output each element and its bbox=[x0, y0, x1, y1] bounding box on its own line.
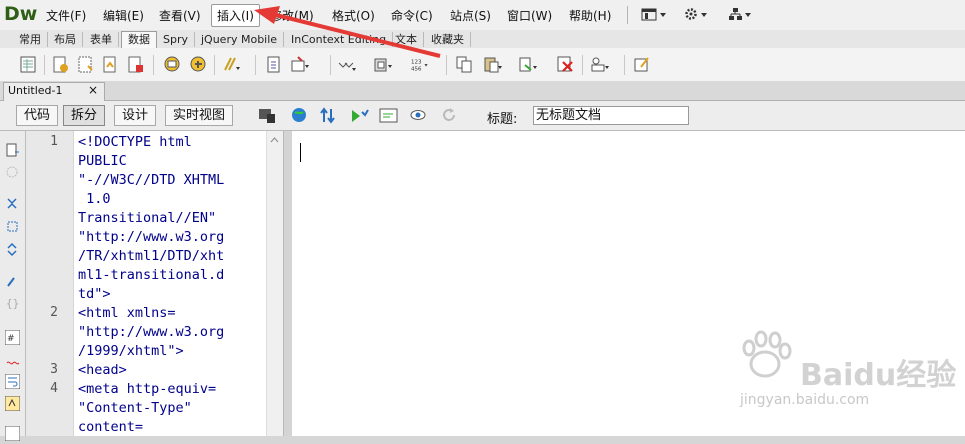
collapse-full-tag-icon[interactable] bbox=[5, 196, 20, 211]
menu-separator bbox=[627, 6, 628, 24]
toolbar-separator bbox=[44, 55, 45, 75]
tab-data[interactable]: 数据 bbox=[121, 31, 157, 49]
file-management-icon[interactable] bbox=[320, 106, 339, 125]
open-documents-icon[interactable] bbox=[5, 143, 20, 158]
page-title-input[interactable]: 无标题文档 bbox=[533, 106, 689, 125]
code-line[interactable]: <meta http-equiv= bbox=[78, 380, 216, 399]
document-tab-label: Untitled-1 bbox=[8, 84, 63, 97]
svg-text:{}: {} bbox=[6, 297, 19, 310]
visual-aids-icon[interactable] bbox=[409, 106, 428, 125]
highlight-invalid-code-icon[interactable] bbox=[5, 352, 20, 367]
code-scrollbar[interactable] bbox=[266, 131, 283, 436]
tab-common[interactable]: 常用 bbox=[13, 32, 48, 47]
recordset-icon[interactable] bbox=[51, 55, 70, 74]
import-tabular-data-icon[interactable] bbox=[19, 55, 38, 74]
w3c-validation-icon[interactable] bbox=[350, 106, 369, 125]
recordset-paging-icon[interactable] bbox=[163, 55, 182, 74]
dynamic-data-icon[interactable] bbox=[101, 55, 120, 74]
svg-text:#: # bbox=[7, 334, 15, 344]
svg-text:456: 456 bbox=[411, 66, 422, 72]
delete-icon[interactable] bbox=[556, 55, 575, 74]
users-icon[interactable] bbox=[590, 55, 609, 74]
toolbar-separator bbox=[582, 55, 583, 75]
code-line[interactable]: <head> bbox=[78, 361, 127, 380]
menu-window[interactable]: 窗口(W) bbox=[507, 7, 552, 24]
code-line[interactable]: "http://www.w3.org bbox=[78, 323, 224, 342]
text-caret bbox=[300, 143, 301, 162]
code-line[interactable]: content= bbox=[78, 418, 143, 437]
close-tab-button[interactable]: × bbox=[88, 83, 98, 97]
watermark-brand: Baidu经验 bbox=[800, 358, 957, 393]
menu-file[interactable]: 文件(F) bbox=[46, 7, 86, 24]
check-compatibility-icon[interactable] bbox=[379, 106, 398, 125]
word-wrap-icon[interactable] bbox=[4, 373, 21, 390]
collapse-selection-icon[interactable] bbox=[5, 219, 20, 234]
code-view-button[interactable]: 代码 bbox=[16, 105, 59, 126]
code-line[interactable]: "-//W3C//DTD XHTML bbox=[78, 171, 224, 190]
select-parent-tag-icon[interactable] bbox=[5, 274, 20, 289]
scroll-up-icon[interactable] bbox=[270, 135, 279, 146]
document-tab-bar bbox=[0, 81, 965, 101]
master-detail-icon[interactable] bbox=[222, 55, 241, 74]
code-line[interactable]: td"> bbox=[78, 285, 111, 304]
design-view-button[interactable]: 设计 bbox=[114, 105, 157, 126]
live-view-button[interactable]: 实时视图 bbox=[165, 105, 234, 126]
repeated-region-icon[interactable] bbox=[76, 55, 95, 74]
tab-forms[interactable]: 表单 bbox=[84, 32, 119, 47]
server-behavior-icon[interactable] bbox=[518, 55, 537, 74]
display-record-count-icon[interactable] bbox=[189, 55, 208, 74]
code-line[interactable]: /TR/xhtml1/DTD/xht bbox=[78, 247, 224, 266]
show-region-icon[interactable] bbox=[126, 55, 145, 74]
paste-icon[interactable] bbox=[483, 55, 502, 74]
expand-all-icon[interactable] bbox=[5, 242, 20, 257]
code-line[interactable]: "http://www.w3.org bbox=[78, 228, 224, 247]
title-label: 标题: bbox=[487, 112, 518, 127]
edit-favorites-icon[interactable] bbox=[633, 55, 652, 74]
dreamweaver-logo: Dw bbox=[4, 3, 38, 25]
menu-view[interactable]: 查看(V) bbox=[159, 7, 201, 24]
annotation-arrow bbox=[250, 4, 450, 67]
copy-icon[interactable] bbox=[455, 55, 474, 74]
split-view-button[interactable]: 拆分 bbox=[63, 105, 106, 126]
menu-help[interactable]: 帮助(H) bbox=[569, 7, 611, 24]
code-line[interactable]: <!DOCTYPE html bbox=[78, 133, 192, 152]
layout-icon[interactable] bbox=[641, 7, 667, 24]
line-numbers-icon[interactable]: # bbox=[4, 329, 21, 346]
multiscreen-icon[interactable] bbox=[258, 106, 277, 125]
code-line[interactable]: ml1-transitional.d bbox=[78, 266, 224, 285]
line-number: 4 bbox=[50, 381, 58, 396]
toolbar-separator bbox=[153, 55, 154, 75]
line-number: 3 bbox=[50, 362, 58, 377]
baidu-paw-logo bbox=[735, 330, 795, 383]
code-line[interactable]: Transitional//EN" bbox=[78, 209, 216, 228]
toolbar-separator bbox=[214, 55, 215, 75]
tab-spry[interactable]: Spry bbox=[157, 32, 195, 47]
show-code-navigator-icon[interactable] bbox=[5, 165, 20, 180]
gear-icon[interactable] bbox=[684, 7, 710, 24]
preview-browser-icon[interactable] bbox=[291, 106, 310, 125]
code-line[interactable]: PUBLIC bbox=[78, 152, 127, 171]
watermark-url: jingyan.baidu.com bbox=[740, 392, 870, 408]
balance-braces-icon[interactable]: {} bbox=[5, 296, 20, 311]
auto-indent-icon[interactable] bbox=[4, 425, 21, 442]
line-number: 2 bbox=[50, 305, 58, 320]
tab-layout[interactable]: 布局 bbox=[48, 32, 83, 47]
refresh-icon[interactable] bbox=[440, 106, 459, 125]
menu-edit[interactable]: 编辑(E) bbox=[103, 7, 144, 24]
site-map-icon[interactable] bbox=[728, 7, 754, 24]
syntax-coloring-icon[interactable] bbox=[4, 395, 21, 412]
line-number: 1 bbox=[50, 134, 58, 149]
code-line[interactable]: 1.0 bbox=[78, 190, 110, 209]
code-line[interactable]: <html xmlns= bbox=[78, 304, 176, 323]
code-line[interactable]: /1999/xhtml"> bbox=[78, 342, 184, 361]
menu-site[interactable]: 站点(S) bbox=[450, 7, 491, 24]
code-line[interactable]: "Content-Type" bbox=[78, 399, 192, 418]
toolbar-separator bbox=[624, 55, 625, 75]
